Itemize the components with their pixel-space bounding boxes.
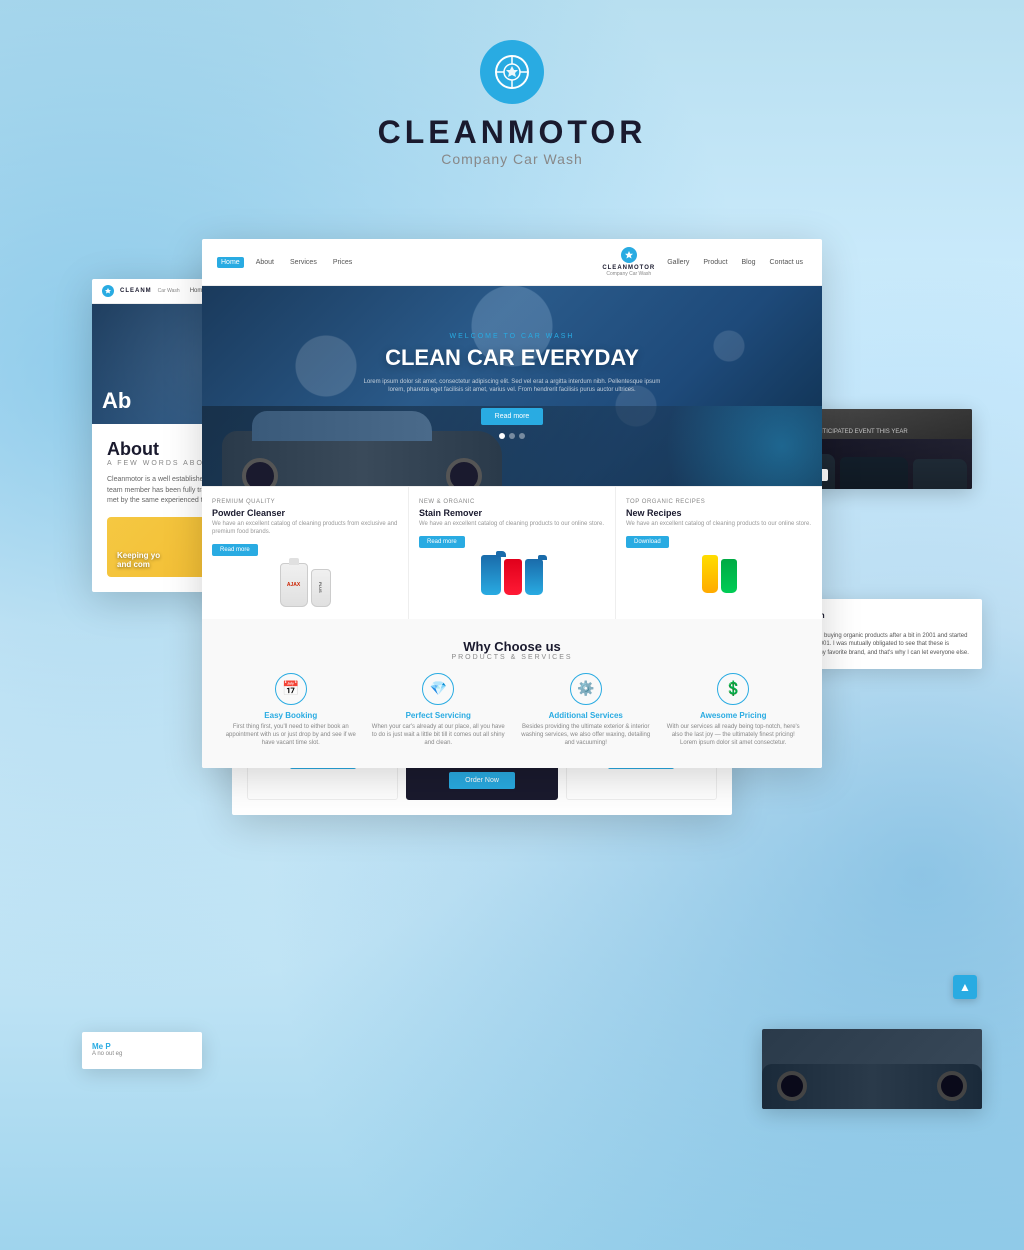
why-item-4: 💲 Awesome Pricing With our services all … xyxy=(665,673,803,748)
product-1-desc: We have an excellent catalog of cleaning… xyxy=(212,521,398,537)
additional-services-icon: ⚙️ xyxy=(570,673,602,705)
product-1-tag: Premium Quality xyxy=(212,499,398,505)
hero-dots xyxy=(362,433,662,439)
why-item-2-desc: When your car's already at our place, al… xyxy=(370,723,508,748)
product-1-btn[interactable]: Read more xyxy=(212,544,258,556)
hero-dot-3[interactable] xyxy=(519,433,525,439)
spray-bottle-1 xyxy=(481,555,501,595)
awesome-pricing-icon: 💲 xyxy=(717,673,749,705)
home-nav-contact[interactable]: Contact us xyxy=(766,257,807,268)
bottom-car-wheel-r xyxy=(937,1071,967,1101)
product-1-name: Powder Cleanser xyxy=(212,508,398,518)
home-nav-services[interactable]: Services xyxy=(286,257,321,268)
product-3-images xyxy=(626,555,812,593)
site-header: CLEANMOTOR Company Car Wash xyxy=(0,0,1024,199)
home-nav-logo-icon xyxy=(621,247,637,263)
why-item-1-desc: First thing first, you'll need to either… xyxy=(222,723,360,748)
bottom-car xyxy=(762,1029,982,1109)
home-nav-right: Gallery Product Blog Contact us xyxy=(663,257,807,268)
product-2-images xyxy=(419,555,605,595)
easy-booking-icon: 📅 xyxy=(275,673,307,705)
brand-name: CLEANMOTOR xyxy=(0,114,1024,151)
page-home: Home About Services Prices CLEANMOTOR Co… xyxy=(202,239,822,768)
hero-dot-2[interactable] xyxy=(509,433,515,439)
contact-desc: A no out eg xyxy=(92,1051,192,1059)
brand-tagline: Company Car Wash xyxy=(441,151,583,167)
panel-bottom-image xyxy=(762,1029,982,1109)
product-new-recipes: Top Organic Recipes New Recipes We have … xyxy=(616,487,822,619)
pages-stack: CLEANM Car Wash Home About Products Pric… xyxy=(32,219,992,1169)
product-3-btn[interactable]: Download xyxy=(626,536,669,548)
why-item-4-desc: With our services all ready being top-no… xyxy=(665,723,803,748)
why-grid: 📅 Easy Booking First thing first, you'll… xyxy=(222,673,802,748)
home-nav-prices[interactable]: Prices xyxy=(329,257,356,268)
spray-bottle-2 xyxy=(504,559,522,595)
contact-title: Me P xyxy=(92,1042,192,1051)
product-2-btn[interactable]: Read more xyxy=(419,536,465,548)
why-item-1: 📅 Easy Booking First thing first, you'll… xyxy=(222,673,360,748)
products-strip: Premium Quality Powder Cleanser We have … xyxy=(202,486,822,619)
home-nav-blog[interactable]: Blog xyxy=(738,257,760,268)
hero-title: CLEAN CAR EVERYDAY xyxy=(362,345,662,371)
bottom-car-wheel-l xyxy=(777,1071,807,1101)
home-nav-about[interactable]: About xyxy=(252,257,278,268)
product-2-desc: We have an excellent catalog of cleaning… xyxy=(419,521,605,529)
product-2-tag: New & Organic xyxy=(419,499,605,505)
about-sub: Car Wash xyxy=(158,288,180,294)
about-img-text: Keeping yoand com xyxy=(117,551,160,569)
product-powder-cleanser: Premium Quality Powder Cleanser We have … xyxy=(202,487,409,619)
home-nav-product[interactable]: Product xyxy=(699,257,731,268)
product-2-name: Stain Remover xyxy=(419,508,605,518)
hero-content: WELCOME TO CAR WASH CLEAN CAR EVERYDAY L… xyxy=(362,333,662,438)
product-stain-remover: New & Organic Stain Remover We have an e… xyxy=(409,487,616,619)
about-brand: CLEANM xyxy=(120,288,152,294)
hero-car xyxy=(222,431,502,486)
spray-bottle-3 xyxy=(525,559,543,595)
home-nav-gallery[interactable]: Gallery xyxy=(663,257,693,268)
why-item-1-title: Easy Booking xyxy=(222,711,360,720)
hero-description: Lorem ipsum dolor sit amet, consectetur … xyxy=(362,378,662,395)
febreze-bottle-1 xyxy=(702,555,718,593)
why-item-3: ⚙️ Additional Services Besides providing… xyxy=(517,673,655,748)
why-subtitle: PRODUCTS & SERVICES xyxy=(222,654,802,661)
product-1-images: PLUS xyxy=(212,563,398,607)
why-item-2-title: Perfect Servicing xyxy=(370,711,508,720)
hero-wheel-left xyxy=(242,458,278,486)
hero-cta-button[interactable]: Read more xyxy=(481,408,544,425)
perfect-servicing-icon: 💎 xyxy=(422,673,454,705)
product-3-name: New Recipes xyxy=(626,508,812,518)
about-hero-title: Ab xyxy=(102,388,131,414)
why-item-3-title: Additional Services xyxy=(517,711,655,720)
hero-dot-1[interactable] xyxy=(499,433,505,439)
why-item-2: 💎 Perfect Servicing When your car's alre… xyxy=(370,673,508,748)
hero-wheel-right xyxy=(446,458,482,486)
home-navbar: Home About Services Prices CLEANMOTOR Co… xyxy=(202,239,822,286)
product-3-tag: Top Organic Recipes xyxy=(626,499,812,505)
ajax-bottle xyxy=(280,563,308,607)
product-3-desc: We have an excellent catalog of cleaning… xyxy=(626,521,812,529)
about-logo-icon xyxy=(102,285,114,297)
why-title: Why Choose us xyxy=(222,639,802,654)
why-section: Why Choose us PRODUCTS & SERVICES 📅 Easy… xyxy=(202,619,822,768)
home-nav-logo: CLEANMOTOR Company Car Wash xyxy=(602,247,655,277)
optimal-order-btn[interactable]: Order Now xyxy=(449,772,515,789)
scroll-top-button[interactable]: ▲ xyxy=(953,975,977,999)
why-item-4-title: Awesome Pricing xyxy=(665,711,803,720)
cleanser-bottle-2: PLUS xyxy=(311,569,331,607)
logo-icon xyxy=(480,40,544,104)
why-item-3-desc: Besides providing the ultimate exterior … xyxy=(517,723,655,748)
panel-contact: Me P A no out eg xyxy=(82,1032,202,1069)
home-brand-sub: Company Car Wash xyxy=(606,271,651,277)
hero-welcome: WELCOME TO CAR WASH xyxy=(362,333,662,340)
home-hero: WELCOME TO CAR WASH CLEAN CAR EVERYDAY L… xyxy=(202,286,822,486)
home-nav-home[interactable]: Home xyxy=(217,257,244,268)
febreze-bottle-2 xyxy=(721,559,737,593)
